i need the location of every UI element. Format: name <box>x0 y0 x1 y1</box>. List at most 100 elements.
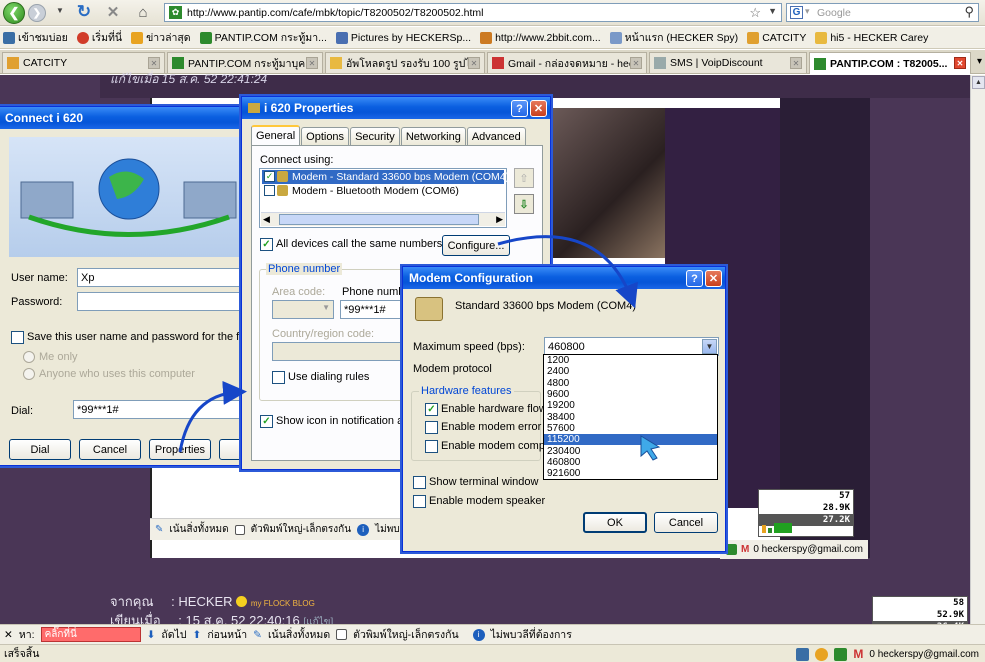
list-item[interactable]: Modem - Bluetooth Modem (COM6) <box>262 184 504 198</box>
url-dropdown-icon[interactable]: ▼ <box>768 6 777 16</box>
properties-button[interactable]: Properties <box>149 439 211 460</box>
engine-dropdown-icon[interactable]: ▾ <box>805 6 810 17</box>
page-scrollbar[interactable]: ▲ <box>970 75 985 624</box>
addon-icon[interactable] <box>796 647 810 661</box>
help-icon[interactable]: ? <box>686 270 703 287</box>
flock-blog-badge[interactable]: my FLOCK BLOG <box>251 599 315 608</box>
tab-close-icon[interactable]: ✕ <box>468 57 480 69</box>
forward-button[interactable]: ❯ <box>28 4 46 22</box>
show-icon-checkbox[interactable]: ✓ <box>260 415 273 428</box>
me-only-radio[interactable] <box>23 351 35 363</box>
search-input[interactable]: G ▾ Google ⚲ <box>786 3 979 22</box>
find-prev-button[interactable]: ก่อนหน้า <box>207 626 247 643</box>
tab-pantip-active[interactable]: PANTIP.COM : T82005... ✕ <box>809 52 971 74</box>
scroll-left-icon[interactable]: ◀ <box>263 214 270 225</box>
speed-option[interactable]: 460800 <box>544 457 717 468</box>
dialing-rules-checkbox[interactable] <box>272 371 285 384</box>
anyone-radio[interactable] <box>23 368 35 380</box>
google-engine-icon[interactable]: G <box>790 6 803 19</box>
save-password-checkbox[interactable] <box>11 331 24 344</box>
highlight-all-button[interactable]: เน้นสิ่งทั้งหมด <box>268 626 330 643</box>
home-icon[interactable]: ⌂ <box>133 2 153 22</box>
bookmark-item[interactable]: hi5 - HECKER Carey <box>815 31 928 44</box>
country-code-select[interactable] <box>272 342 402 361</box>
tab-close-icon[interactable]: ✕ <box>790 57 802 69</box>
search-icon[interactable]: ⚲ <box>964 4 974 20</box>
bookmark-item[interactable]: เข้าชมบ่อย <box>3 29 68 46</box>
tab-general[interactable]: General <box>251 125 301 145</box>
tab-sms[interactable]: SMS | VoipDiscount ✕ <box>649 52 807 73</box>
author-name[interactable]: : HECKER <box>171 594 232 609</box>
bookmark-star-icon[interactable]: ☆ <box>749 5 761 21</box>
speed-option[interactable]: 9600 <box>544 389 717 400</box>
speed-option[interactable]: 19200 <box>544 400 717 411</box>
connect-dialog-titlebar[interactable]: Connect i 620 <box>0 107 259 129</box>
stop-icon[interactable]: ✕ <box>103 2 123 22</box>
tab-list-icon[interactable]: ▾ <box>977 56 982 67</box>
close-icon[interactable]: ✕ <box>530 100 547 117</box>
move-up-icon[interactable]: ⇧ <box>514 168 534 188</box>
move-down-icon[interactable]: ⇩ <box>514 194 534 214</box>
modem-dialog-titlebar[interactable]: Modem Configuration <box>403 267 725 289</box>
arrow-down-icon[interactable]: ⬇ <box>147 629 156 641</box>
arrow-up-icon[interactable]: ⬆ <box>193 629 202 641</box>
close-icon[interactable]: ✕ <box>705 270 722 287</box>
reload-icon[interactable]: ↻ <box>74 2 94 22</box>
tab-close-icon[interactable]: ✕ <box>148 57 160 69</box>
bookmark-item[interactable]: Pictures by HECKERSp... <box>335 31 471 44</box>
tab-close-icon[interactable]: ✕ <box>630 57 642 69</box>
speed-option[interactable]: 57600 <box>544 423 717 434</box>
phone-number-field[interactable]: *99***1# <box>340 300 410 319</box>
bookmark-item[interactable]: PANTIP.COM กระทู้มา... <box>199 29 327 46</box>
tab-networking[interactable]: Networking <box>400 127 466 145</box>
scroll-up-icon[interactable]: ▲ <box>972 76 985 89</box>
compression-checkbox[interactable] <box>425 440 438 453</box>
addon-icon[interactable] <box>834 647 848 661</box>
gmail-icon[interactable]: M <box>853 647 863 661</box>
ok-button[interactable]: OK <box>583 512 647 533</box>
checkbox-unchecked[interactable] <box>264 185 275 196</box>
chevron-down-icon[interactable]: ▼ <box>702 339 717 354</box>
speed-option[interactable]: 921600 <box>544 468 717 479</box>
tab-security[interactable]: Security <box>350 127 400 145</box>
error-control-checkbox[interactable] <box>425 421 438 434</box>
tab-gmail[interactable]: Gmail - กล่องจดหมาย - hec... ✕ <box>487 52 647 73</box>
speed-option-selected[interactable]: 115200 <box>544 434 717 446</box>
url-bar[interactable]: ✿ http://www.pantip.com/cafe/mbk/topic/T… <box>164 3 782 22</box>
bookmark-item[interactable]: เริ่มที่นี่ <box>76 29 122 46</box>
bookmark-item[interactable]: http://www.2bbit.com... <box>480 31 601 44</box>
properties-dialog-titlebar[interactable]: i 620 Properties <box>242 97 550 119</box>
bookmark-item[interactable]: หน้าแรก (HECKER Spy) <box>609 29 738 46</box>
tab-advanced[interactable]: Advanced <box>466 127 526 145</box>
configure-button[interactable]: Configure... <box>442 235 510 256</box>
help-icon[interactable]: ? <box>511 100 528 117</box>
tab-upload[interactable]: อัพโหลดรูป รองรับ 100 รูปไ... ✕ <box>325 52 485 73</box>
find-close-icon[interactable]: ✕ <box>4 629 13 641</box>
speed-option[interactable]: 2400 <box>544 366 717 377</box>
speed-option[interactable]: 230400 <box>544 445 717 457</box>
speed-dropdown-list[interactable]: 1200 2400 4800 9600 19200 38400 57600 11… <box>543 354 718 480</box>
bookmark-item[interactable]: ข่าวล่าสุด <box>131 29 191 46</box>
speed-option[interactable]: 1200 <box>544 355 717 366</box>
password-field[interactable] <box>77 292 257 311</box>
modem-list[interactable]: ✓ Modem - Standard 33600 bps Modem (COM4)… <box>259 168 509 228</box>
scroll-thumb[interactable] <box>279 214 479 225</box>
checkbox-checked[interactable]: ✓ <box>264 171 275 182</box>
speed-option[interactable]: 38400 <box>544 411 717 423</box>
hw-flow-checkbox[interactable]: ✓ <box>425 403 438 416</box>
speed-option[interactable]: 4800 <box>544 378 717 389</box>
tab-options[interactable]: Options <box>301 127 350 145</box>
list-hscrollbar[interactable]: ◀ ▶ <box>261 212 505 226</box>
dial-button[interactable]: Dial <box>9 439 71 460</box>
area-code-select[interactable]: ▼ <box>272 300 334 319</box>
tab-close-icon[interactable]: ✕ <box>954 57 966 69</box>
addon-icon[interactable] <box>815 647 829 661</box>
tab-close-icon[interactable]: ✕ <box>306 57 318 69</box>
dial-field[interactable]: *99***1# <box>73 400 257 419</box>
back-button[interactable]: ❮ <box>3 2 25 24</box>
terminal-window-checkbox[interactable] <box>413 476 426 489</box>
match-case-checkbox[interactable] <box>336 629 348 640</box>
cancel-button[interactable]: Cancel <box>79 439 141 460</box>
username-field[interactable]: Xp <box>77 268 257 287</box>
modem-speaker-checkbox[interactable] <box>413 495 426 508</box>
